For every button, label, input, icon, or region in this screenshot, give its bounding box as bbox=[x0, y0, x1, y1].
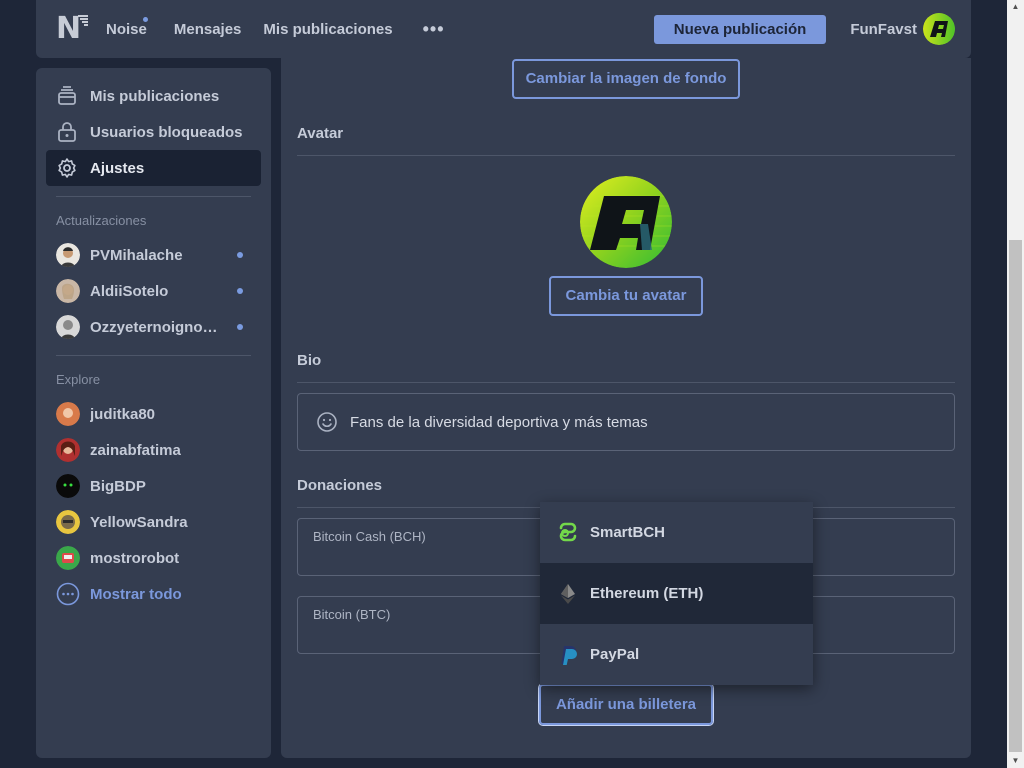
stack-icon bbox=[56, 85, 78, 107]
smartbch-icon bbox=[557, 522, 579, 544]
user-name: AldiiSotelo bbox=[90, 282, 169, 300]
updates-user-item[interactable]: AldiiSotelo bbox=[46, 273, 261, 309]
show-all-link[interactable]: Mostrar todo bbox=[46, 576, 261, 612]
user-avatar bbox=[56, 510, 80, 534]
bio-section-title: Bio bbox=[297, 352, 322, 369]
notification-dot bbox=[142, 16, 148, 22]
user-avatar bbox=[56, 279, 80, 303]
sidebar: Mis publicaciones Usuarios bloqueados Aj… bbox=[36, 68, 271, 758]
nav-noise-link[interactable]: Noise bbox=[106, 21, 147, 38]
explore-user-item[interactable]: juditka80 bbox=[46, 396, 261, 432]
scroll-up-arrow-icon[interactable]: ▲ bbox=[1007, 0, 1024, 14]
user-name: PVMihalache bbox=[90, 246, 183, 264]
change-avatar-button[interactable]: Cambia tu avatar bbox=[549, 276, 703, 316]
updates-heading: Actualizaciones bbox=[56, 213, 147, 228]
sidebar-item-blocked-users[interactable]: Usuarios bloqueados bbox=[46, 114, 261, 150]
more-circle-icon bbox=[56, 582, 80, 606]
add-wallet-button[interactable]: Añadir una billetera bbox=[539, 684, 713, 725]
user-name: mostrorobot bbox=[90, 549, 180, 567]
ethereum-icon bbox=[557, 583, 579, 605]
scrollbar-thumb[interactable] bbox=[1009, 240, 1022, 752]
user-name: BigBDP bbox=[90, 477, 146, 495]
dropdown-option-label: PayPal bbox=[590, 646, 640, 663]
show-all-label: Mostrar todo bbox=[90, 585, 182, 603]
explore-user-item[interactable]: BigBDP bbox=[46, 468, 261, 504]
divider bbox=[297, 382, 955, 383]
dropdown-option-label: Ethereum (ETH) bbox=[590, 585, 704, 602]
donation-field-label: Bitcoin (BTC) bbox=[313, 607, 391, 622]
paypal-icon bbox=[557, 644, 579, 666]
dropdown-option-smartbch[interactable]: SmartBCH bbox=[540, 502, 813, 563]
avatar-section-title: Avatar bbox=[297, 125, 344, 142]
lock-icon bbox=[56, 121, 78, 143]
user-avatar bbox=[56, 402, 80, 426]
explore-user-item[interactable]: zainabfatima bbox=[46, 432, 261, 468]
user-name: YellowSandra bbox=[90, 513, 188, 531]
dropdown-option-paypal[interactable]: PayPal bbox=[540, 624, 813, 685]
new-post-button[interactable]: Nueva publicación bbox=[653, 14, 827, 44]
donations-section-title: Donaciones bbox=[297, 477, 383, 494]
nav-messages-link[interactable]: Mensajes bbox=[174, 21, 242, 38]
updates-user-item[interactable]: PVMihalache bbox=[46, 237, 261, 273]
scroll-down-arrow-icon[interactable]: ▼ bbox=[1007, 754, 1024, 768]
dropdown-option-ethereum[interactable]: Ethereum (ETH) bbox=[540, 563, 813, 624]
profile-avatar bbox=[580, 176, 672, 268]
user-menu[interactable]: FunFavst bbox=[850, 13, 955, 45]
user-avatar bbox=[56, 243, 80, 267]
change-background-button[interactable]: Cambiar la imagen de fondo bbox=[512, 59, 740, 99]
top-nav: N Noise Mensajes Mis publicaciones ••• N… bbox=[36, 0, 971, 58]
wallet-type-dropdown: SmartBCH Ethereum (ETH) PayPal bbox=[540, 502, 813, 685]
sidebar-item-my-posts[interactable]: Mis publicaciones bbox=[46, 78, 261, 114]
donation-field-label: Bitcoin Cash (BCH) bbox=[313, 529, 426, 544]
user-avatar bbox=[56, 438, 80, 462]
bio-text: Fans de la diversidad deportiva y más te… bbox=[350, 413, 648, 431]
sidebar-item-label: Usuarios bloqueados bbox=[90, 123, 243, 141]
gear-icon bbox=[56, 157, 78, 179]
divider bbox=[56, 355, 251, 356]
user-name: zainabfatima bbox=[90, 441, 181, 459]
sidebar-item-label: Mis publicaciones bbox=[90, 87, 220, 105]
explore-user-item[interactable]: mostrorobot bbox=[46, 540, 261, 576]
updates-user-item[interactable]: Ozzyeternoignor… bbox=[46, 309, 261, 345]
user-avatar bbox=[56, 315, 80, 339]
user-avatar[interactable] bbox=[923, 13, 955, 45]
noise-logo[interactable]: N bbox=[56, 14, 90, 44]
explore-heading: Explore bbox=[56, 372, 101, 387]
divider bbox=[56, 196, 251, 197]
user-avatar bbox=[56, 546, 80, 570]
user-name: Ozzyeternoignor… bbox=[90, 318, 220, 336]
dropdown-option-label: SmartBCH bbox=[590, 524, 666, 541]
bio-field[interactable]: Fans de la diversidad deportiva y más te… bbox=[297, 393, 955, 451]
unread-dot bbox=[237, 324, 243, 330]
nav-my-posts-link[interactable]: Mis publicaciones bbox=[263, 21, 392, 38]
username: FunFavst bbox=[850, 20, 917, 38]
user-name: juditka80 bbox=[90, 405, 156, 423]
more-options-icon[interactable]: ••• bbox=[423, 19, 445, 40]
sidebar-item-settings[interactable]: Ajustes bbox=[46, 150, 261, 186]
unread-dot bbox=[237, 252, 243, 258]
unread-dot bbox=[237, 288, 243, 294]
explore-user-item[interactable]: YellowSandra bbox=[46, 504, 261, 540]
smile-icon[interactable] bbox=[316, 411, 338, 433]
divider bbox=[297, 155, 955, 156]
sidebar-item-label: Ajustes bbox=[90, 159, 145, 177]
user-avatar bbox=[56, 474, 80, 498]
